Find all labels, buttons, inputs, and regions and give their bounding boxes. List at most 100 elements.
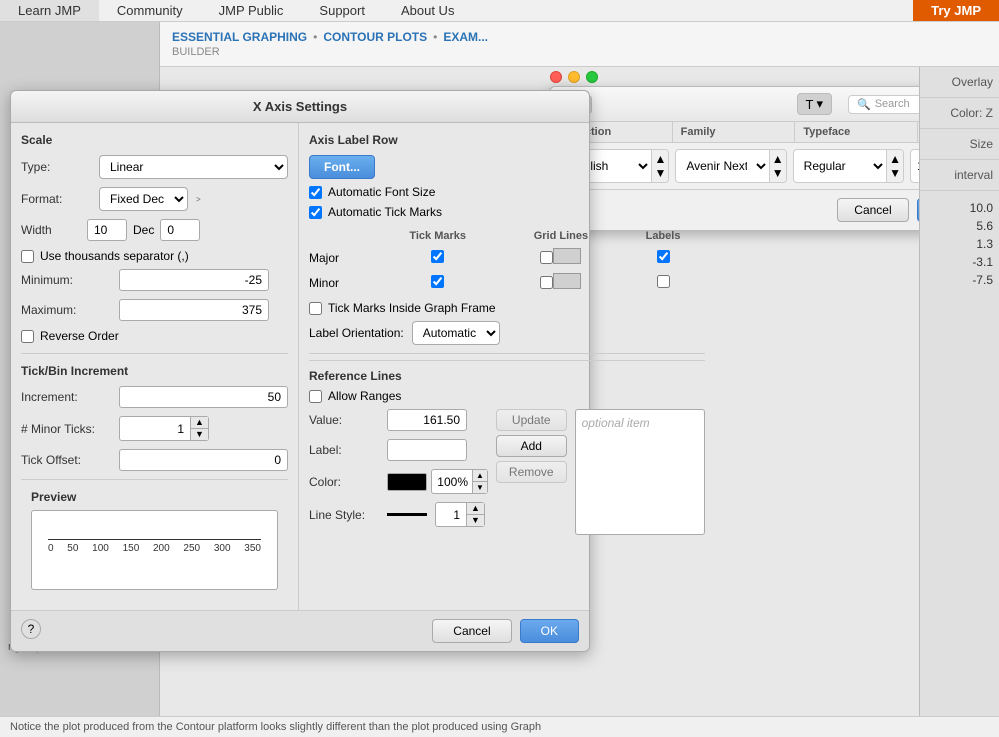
minimum-label: Minimum:: [21, 273, 111, 287]
value-row: Value:: [309, 409, 488, 431]
preview-box: 0 50 100 150 200 250 300 350: [31, 510, 278, 590]
axis-right-panel: Axis Label Row Font... Automatic Font Si…: [299, 123, 715, 610]
tick-250: 250: [183, 543, 200, 554]
nav-support[interactable]: Support: [301, 0, 383, 21]
format-select[interactable]: Fixed Dec: [99, 187, 188, 211]
major-labels-checkbox[interactable]: [657, 250, 670, 263]
size-item[interactable]: Size: [920, 129, 999, 160]
increment-input[interactable]: [120, 387, 287, 407]
divider: [309, 353, 705, 354]
breadcrumb-contour[interactable]: CONTOUR PLOTS: [323, 30, 427, 44]
allow-ranges-checkbox[interactable]: [309, 390, 322, 403]
major-label: Major: [309, 245, 375, 270]
color-row: Color: ▲ ▼: [309, 469, 488, 494]
nav-about[interactable]: About Us: [383, 0, 472, 21]
minor-ticks-up-button[interactable]: ▲: [191, 417, 208, 429]
opacity-down-button[interactable]: ▼: [473, 482, 487, 493]
font-button[interactable]: Font...: [309, 155, 375, 179]
line-number-up-button[interactable]: ▲: [467, 503, 484, 515]
ok-button[interactable]: OK: [520, 619, 579, 643]
nav-learn[interactable]: Learn JMP: [0, 0, 99, 21]
ref-action-buttons: Update Add Remove: [496, 409, 567, 535]
reverse-order-label: Reverse Order: [40, 329, 119, 343]
type-label: Type:: [21, 160, 91, 174]
type-select[interactable]: Linear: [100, 156, 287, 178]
value-10: 10.0: [926, 199, 993, 217]
thousands-separator-label: Use thousands separator (,): [40, 249, 189, 263]
auto-tick-marks-checkbox[interactable]: [309, 206, 322, 219]
interval-item[interactable]: interval: [920, 160, 999, 191]
width-input[interactable]: [87, 219, 127, 241]
tick-0: 0: [48, 543, 54, 554]
labels-header: Labels: [621, 227, 704, 245]
major-tick-checkbox[interactable]: [431, 250, 444, 263]
breadcrumb-essential[interactable]: ESSENTIAL GRAPHING: [172, 30, 307, 44]
reverse-order-checkbox[interactable]: [21, 330, 34, 343]
preview-label: Preview: [31, 490, 278, 504]
major-grid-color[interactable]: [553, 248, 581, 264]
dec-label: Dec: [133, 223, 154, 237]
axis-settings-dialog: X Axis Settings Scale Type: Linear: [10, 90, 590, 652]
color-swatch[interactable]: [387, 473, 427, 491]
minimum-input[interactable]: [119, 269, 269, 291]
label-input[interactable]: [387, 439, 467, 461]
minor-ticks-input[interactable]: [120, 419, 190, 439]
minor-grid-checkbox[interactable]: [540, 276, 553, 289]
cancel-button[interactable]: Cancel: [432, 619, 511, 643]
label-orientation-label: Label Orientation:: [309, 326, 404, 340]
nav-community[interactable]: Community: [99, 0, 201, 21]
breadcrumb: ESSENTIAL GRAPHING • CONTOUR PLOTS • EXA…: [172, 30, 488, 58]
minor-labels-checkbox-cell: [621, 270, 704, 295]
typeface-select[interactable]: Regular: [794, 154, 886, 178]
breadcrumb-builder: BUILDER: [172, 46, 488, 58]
minor-grid-color[interactable]: [553, 273, 581, 289]
axis-left-panel: Scale Type: Linear Format: Fixed Dec: [11, 123, 299, 610]
reverse-order-row: Reverse Order: [21, 329, 288, 343]
minor-labels-checkbox[interactable]: [657, 275, 670, 288]
tick-inside-checkbox[interactable]: [309, 302, 322, 315]
typeface-arrow[interactable]: ▲▼: [886, 150, 903, 182]
line-number-stepper-buttons: ▲ ▼: [466, 503, 484, 526]
line-number-input[interactable]: [436, 505, 466, 525]
nav-jmp-public[interactable]: JMP Public: [201, 0, 302, 21]
color-z-item[interactable]: Color: Z: [920, 98, 999, 129]
help-button[interactable]: ?: [21, 619, 41, 639]
major-grid-checkbox[interactable]: [540, 251, 553, 264]
remove-button[interactable]: Remove: [496, 461, 567, 483]
maximum-input[interactable]: [119, 299, 269, 321]
minor-ticks-down-button[interactable]: ▼: [191, 429, 208, 440]
grid-lines-header: Grid Lines: [500, 227, 621, 245]
maximize-button[interactable]: [586, 71, 598, 83]
minor-tick-checkbox[interactable]: [431, 275, 444, 288]
value-13: 1.3: [926, 235, 993, 253]
close-button[interactable]: [550, 71, 562, 83]
breadcrumb-exam[interactable]: EXAM...: [443, 30, 488, 44]
tick-offset-input[interactable]: [120, 450, 287, 470]
optional-item-placeholder: optional item: [582, 416, 650, 430]
line-style-row: Line Style: ▲ ▼: [309, 502, 488, 527]
line-number-down-button[interactable]: ▼: [467, 515, 484, 526]
thousands-separator-checkbox[interactable]: [21, 250, 34, 263]
value-input[interactable]: [387, 409, 467, 431]
try-jmp-button[interactable]: Try JMP: [913, 0, 999, 21]
minimize-button[interactable]: [568, 71, 580, 83]
line-style-wrap: ▲ ▼: [387, 502, 485, 527]
increment-input-wrap: [119, 386, 288, 408]
opacity-input[interactable]: [432, 473, 472, 491]
auto-tick-marks-label: Automatic Tick Marks: [328, 205, 442, 219]
overlay-item[interactable]: Overlay: [920, 67, 999, 98]
font-cancel-button[interactable]: Cancel: [837, 198, 908, 222]
font-panel-toolbar: ⚙ ▾ T ▾ 🔍 Search: [550, 87, 978, 122]
auto-font-size-checkbox[interactable]: [309, 186, 322, 199]
text-format-button[interactable]: T ▾: [797, 93, 832, 115]
tick-50: 50: [67, 543, 78, 554]
add-button[interactable]: Add: [496, 435, 567, 457]
dec-input[interactable]: [160, 219, 200, 241]
opacity-up-button[interactable]: ▲: [473, 470, 487, 482]
family-arrow[interactable]: ▲▼: [769, 150, 786, 182]
update-button[interactable]: Update: [496, 409, 567, 431]
orientation-select[interactable]: Automatic: [412, 321, 500, 345]
ref-lines-form: Value: Label: Color:: [309, 409, 488, 535]
tick-150: 150: [123, 543, 140, 554]
maximum-row: Maximum:: [21, 299, 288, 321]
